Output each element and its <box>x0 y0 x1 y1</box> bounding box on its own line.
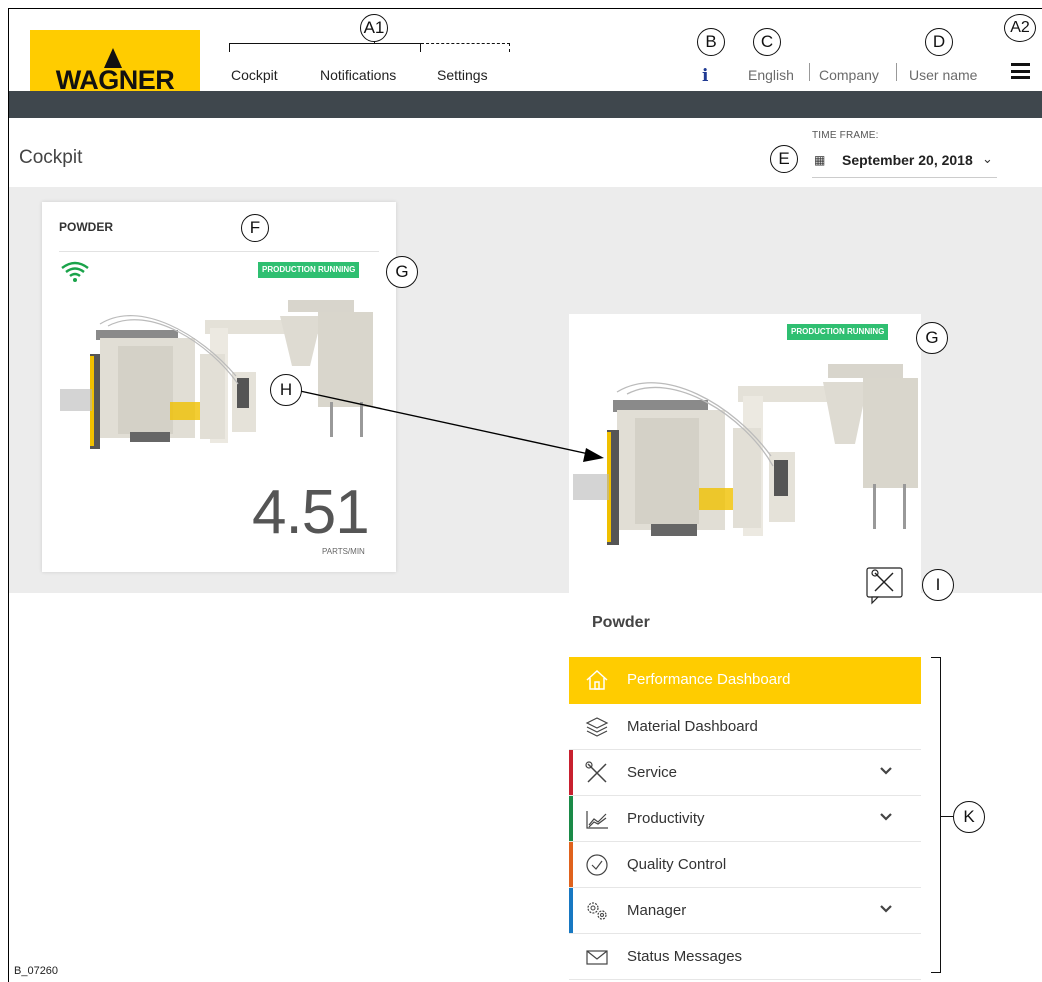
nav-notifications[interactable]: Notifications <box>320 67 396 83</box>
powder-booth-image <box>60 300 373 449</box>
menu-item-service[interactable]: Service <box>569 750 921 796</box>
menu-item-manager[interactable]: Manager <box>569 888 921 934</box>
company-link[interactable]: Company <box>819 67 879 83</box>
layers-icon <box>585 717 609 737</box>
chart-icon <box>586 811 608 829</box>
check-circle-icon <box>586 854 608 876</box>
envelope-icon <box>586 950 608 965</box>
menu-item-label: Manager <box>627 902 687 919</box>
callout-g: G <box>386 256 418 288</box>
time-frame-label: TIME FRAME: <box>812 130 879 141</box>
callout-i: I <box>922 569 954 601</box>
menu-item-label: Quality Control <box>627 856 727 873</box>
nav-cockpit[interactable]: Cockpit <box>231 67 278 83</box>
callout-k: K <box>953 801 985 833</box>
nav-settings[interactable]: Settings <box>437 67 488 83</box>
menu-accent <box>569 842 573 887</box>
callout-h: H <box>270 374 302 406</box>
time-frame-value: September 20, 2018 <box>842 152 973 168</box>
callout-b: B <box>697 28 725 56</box>
figure-reference: B_07260 <box>14 965 59 977</box>
callout-d: D <box>925 28 953 56</box>
header-separator <box>809 63 810 81</box>
service-tools-icon[interactable] <box>866 567 903 605</box>
menu-item-label: Material Dashboard <box>627 718 758 735</box>
callout-g: G <box>916 322 948 354</box>
callout-c: C <box>753 28 781 56</box>
system-name: Powder <box>592 614 650 631</box>
menu-item-performance-dashboard[interactable]: Performance Dashboard <box>569 657 921 704</box>
user-name-link[interactable]: User name <box>909 67 977 83</box>
menu-item-productivity[interactable]: Productivity <box>569 796 921 842</box>
menu-item-material-dashboard[interactable]: Material Dashboard <box>569 704 921 750</box>
calendar-icon: ▦ <box>814 153 826 167</box>
status-badge: PRODUCTION RUNNING <box>258 262 360 278</box>
chevron-down-icon[interactable] <box>879 764 893 778</box>
menu-accent <box>569 796 573 841</box>
menu-item-quality-control[interactable]: Quality Control <box>569 842 921 888</box>
bracket-a1-dashed <box>421 43 510 52</box>
menu-accent <box>569 750 573 795</box>
frame-top-line <box>8 8 1042 9</box>
chevron-down-icon: ⌄ <box>982 151 993 166</box>
chevron-down-icon[interactable] <box>879 902 893 916</box>
status-badge: PRODUCTION RUNNING <box>787 324 889 340</box>
detail-panel: PRODUCTION RUNNING <box>569 314 921 594</box>
parts-per-minute-unit: PARTS/MIN <box>322 547 365 556</box>
callout-a1: A1 <box>360 14 388 42</box>
callout-a2: A2 <box>1004 14 1036 42</box>
menu-item-label: Productivity <box>627 810 705 827</box>
card-title: POWDER <box>59 220 113 234</box>
menu-item-status-messages[interactable]: Status Messages <box>569 934 921 980</box>
card-divider <box>59 251 379 252</box>
language-link[interactable]: English <box>748 67 794 83</box>
system-menu: Performance Dashboard Material Dashboard… <box>569 657 921 980</box>
bracket-k <box>931 657 941 973</box>
hamburger-icon[interactable] <box>1011 63 1030 79</box>
menu-item-label: Status Messages <box>627 948 743 965</box>
parts-per-minute-value: 4.51 <box>252 478 370 547</box>
time-frame-select[interactable]: ▦ September 20, 2018 ⌄ <box>812 148 997 178</box>
callout-f: F <box>241 214 269 242</box>
callout-e: E <box>770 145 798 173</box>
powder-system-card[interactable]: POWDER PRODUCTION RUNNING 4.51 PARTS/MIN <box>42 202 396 572</box>
menu-item-label: Service <box>627 764 678 781</box>
menu-accent <box>569 888 573 933</box>
header-separator <box>896 63 897 81</box>
bracket-k-stem <box>941 816 953 817</box>
menu-item-label: Performance Dashboard <box>627 671 791 688</box>
page-title: Cockpit <box>19 147 83 168</box>
info-icon[interactable]: i <box>702 66 708 86</box>
bracket-a1 <box>229 43 421 52</box>
gears-icon <box>587 902 607 920</box>
wifi-icon <box>61 261 89 282</box>
home-icon <box>586 669 608 690</box>
powder-booth-image <box>573 364 918 545</box>
header-bar <box>9 91 1042 118</box>
tools-icon <box>585 761 607 783</box>
chevron-down-icon[interactable] <box>879 810 893 824</box>
